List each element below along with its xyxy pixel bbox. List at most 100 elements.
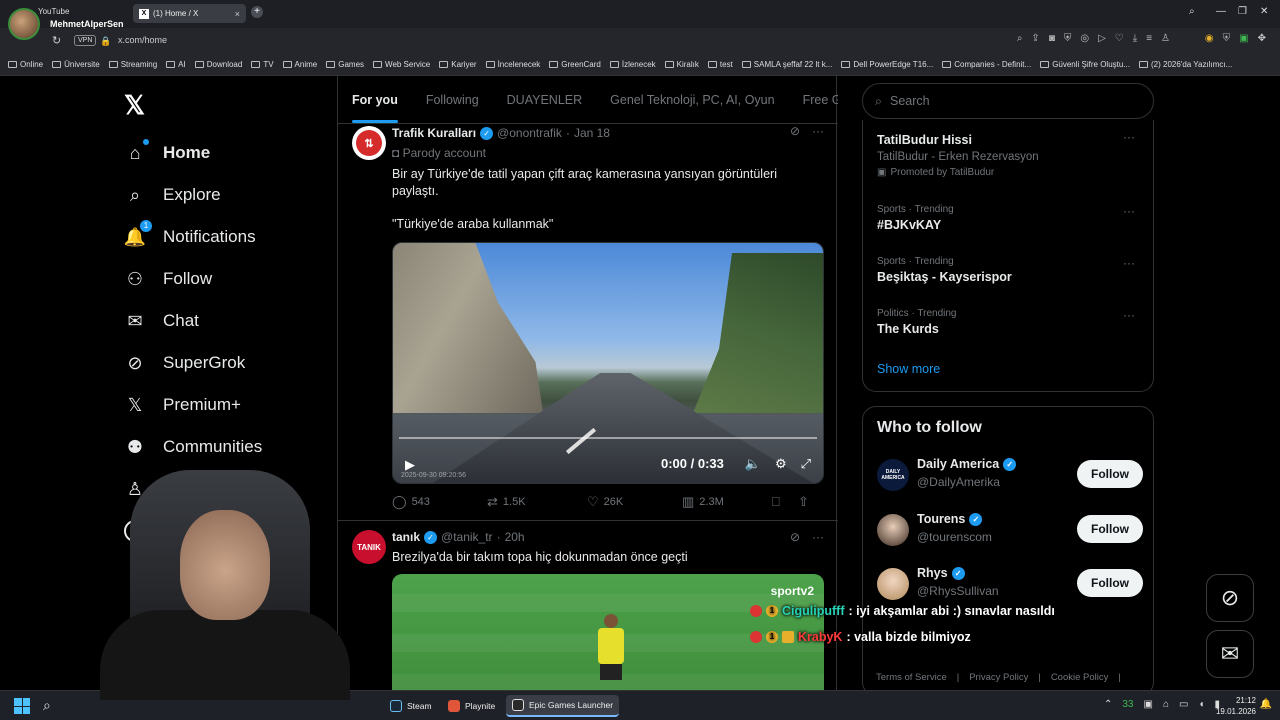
follow-button[interactable]: Follow bbox=[1077, 515, 1143, 543]
suggested-user[interactable]: Tourens ✓ @tourenscom Follow bbox=[877, 510, 1143, 550]
tab-close-icon[interactable]: × bbox=[235, 9, 240, 19]
more-icon[interactable]: ··· bbox=[1123, 130, 1135, 144]
new-tab-button[interactable]: + bbox=[251, 6, 263, 18]
tweet-time[interactable]: Jan 18 bbox=[574, 126, 610, 140]
views-button[interactable]: ▥ 2.3M bbox=[682, 494, 772, 510]
user-avatar[interactable] bbox=[877, 568, 909, 600]
minimize-icon[interactable]: — bbox=[1216, 6, 1226, 17]
maximize-icon[interactable]: ❐ bbox=[1238, 6, 1247, 17]
nav-item-chat[interactable]: ✉ Chat bbox=[124, 300, 262, 342]
bookmark-item[interactable]: Web Service bbox=[373, 60, 430, 69]
bookmark-item[interactable]: TV bbox=[251, 60, 274, 69]
reply-button[interactable]: ◯ 543 bbox=[392, 494, 487, 510]
shield-icon[interactable]: ⛨ bbox=[1064, 33, 1072, 44]
tray-chevron-icon[interactable]: ⌃ bbox=[1104, 699, 1112, 710]
notification-bell-icon[interactable]: 🔔 bbox=[1260, 699, 1272, 710]
follow-button[interactable]: Follow bbox=[1077, 460, 1143, 488]
suggested-user[interactable]: Rhys ✓ @RhysSullivan Follow bbox=[877, 564, 1143, 604]
suggested-user[interactable]: DAILY AMERICA Daily America ✓ @DailyAmeri… bbox=[877, 455, 1143, 495]
nav-item-premium-[interactable]: 𝕏 Premium+ bbox=[124, 384, 262, 426]
search-input[interactable]: ⌕ Search bbox=[862, 83, 1154, 119]
play-icon[interactable]: ▷ bbox=[1098, 33, 1106, 44]
timeline-tab[interactable]: Free G bbox=[789, 93, 838, 107]
footer-link[interactable]: Cookie Policy bbox=[1051, 672, 1109, 683]
display-icon[interactable]: ▭ bbox=[1179, 699, 1188, 710]
play-icon[interactable]: ▶ bbox=[405, 457, 415, 473]
grok-icon[interactable]: ⊘ bbox=[790, 530, 800, 544]
tweet-author-name[interactable]: Trafik Kuralları bbox=[392, 126, 476, 140]
url-field[interactable]: x.com/home bbox=[118, 35, 167, 45]
volume-icon[interactable]: ◖ bbox=[1198, 699, 1204, 710]
share-icon[interactable]: ⇪ bbox=[1031, 33, 1039, 44]
bookmark-item[interactable]: GreenCard bbox=[549, 60, 601, 69]
extension-3-icon[interactable]: ▣ bbox=[1239, 33, 1248, 44]
timeline-tab[interactable]: For you bbox=[338, 93, 412, 123]
footer-link[interactable]: Terms of Service bbox=[876, 672, 947, 683]
bookmark-item[interactable]: Anime bbox=[282, 60, 317, 69]
timeline-tab[interactable]: Genel Teknoloji, PC, AI, Oyun bbox=[596, 93, 788, 107]
bookmark-item[interactable]: AI bbox=[166, 60, 186, 69]
browser-search-icon[interactable]: ⌕ bbox=[1189, 6, 1195, 17]
more-icon[interactable]: ··· bbox=[1123, 308, 1135, 322]
more-icon[interactable]: ··· bbox=[812, 530, 824, 544]
repost-button[interactable]: ⇄ 1.5K bbox=[487, 494, 587, 510]
bookmark-item[interactable]: Üniversite bbox=[52, 60, 100, 69]
menu-icon[interactable]: ≡ bbox=[1146, 33, 1152, 44]
download-icon[interactable]: ⤓ bbox=[1133, 33, 1137, 44]
bookmark-icon[interactable]: ♡ bbox=[1115, 33, 1124, 44]
bookmark-item[interactable]: Streaming bbox=[108, 60, 157, 69]
translate-icon[interactable]: ◎ bbox=[1080, 33, 1089, 44]
bookmark-item[interactable]: (2) 2026'da Yazılımcı... bbox=[1139, 60, 1232, 69]
timeline-tab[interactable]: Following bbox=[412, 93, 493, 107]
user-avatar[interactable]: DAILY AMERICA bbox=[877, 459, 909, 491]
tweet-time[interactable]: 20h bbox=[505, 530, 525, 544]
trend-item[interactable]: Sports · Trending #BJKvKAY ··· bbox=[877, 204, 1143, 232]
fullscreen-icon[interactable]: ⤢ bbox=[801, 456, 811, 472]
camera-icon[interactable]: ◙ bbox=[1049, 33, 1055, 44]
tweet-author-handle[interactable]: @onontrafik bbox=[497, 126, 562, 140]
bookmark-item[interactable]: Dell PowerEdge T16... bbox=[841, 60, 933, 69]
bookmark-item[interactable]: test bbox=[707, 60, 733, 69]
like-button[interactable]: ♡ 26K bbox=[587, 494, 682, 510]
nav-item-follow[interactable]: ⚇ Follow bbox=[124, 258, 262, 300]
trend-item-promoted[interactable]: TatilBudur Hissi TatilBudur - Erken Reze… bbox=[877, 130, 1143, 178]
taskbar-app-epic[interactable]: Epic Games Launcher bbox=[506, 695, 620, 717]
bookmark-item[interactable]: Kariyer bbox=[439, 60, 477, 69]
account-icon[interactable]: ♙ bbox=[1161, 33, 1170, 44]
tweet-author-handle[interactable]: @tanik_tr bbox=[441, 530, 493, 544]
user-avatar[interactable] bbox=[877, 514, 909, 546]
taskbar-clock[interactable]: 21:12 19.01.2026 bbox=[1216, 695, 1256, 717]
extension-1-icon[interactable]: ◉ bbox=[1205, 33, 1214, 44]
close-window-icon[interactable]: ✕ bbox=[1260, 6, 1268, 17]
video-progress-bar[interactable] bbox=[399, 437, 817, 439]
follow-button[interactable]: Follow bbox=[1077, 569, 1143, 597]
footer-link[interactable]: Privacy Policy bbox=[969, 672, 1028, 683]
network-icon[interactable]: ⌂ bbox=[1163, 699, 1169, 710]
bookmark-item[interactable]: İncelenecek bbox=[485, 60, 540, 69]
tweet[interactable]: ⇅ Trafik Kuralları ✓ @onontrafik · Jan 1… bbox=[338, 124, 838, 520]
extension-2-icon[interactable]: ⛨ bbox=[1223, 33, 1231, 44]
messages-fab-icon[interactable]: ✉ bbox=[1206, 630, 1254, 678]
taskbar-app-playnite[interactable]: Playnite bbox=[442, 695, 501, 717]
windows-start-icon[interactable] bbox=[14, 698, 30, 714]
bookmark-item[interactable]: Online bbox=[8, 60, 43, 69]
volume-icon[interactable]: 🔈 bbox=[745, 456, 761, 472]
trend-item[interactable]: Politics · Trending The Kurds ··· bbox=[877, 308, 1143, 336]
browser-tab-home[interactable]: X (1) Home / X × bbox=[133, 4, 246, 23]
grok-icon[interactable]: ⊘ bbox=[790, 124, 800, 138]
bookmark-item[interactable]: Güvenli Şifre Oluştu... bbox=[1040, 60, 1130, 69]
bookmark-item[interactable]: Games bbox=[326, 60, 364, 69]
tray-app-icon[interactable]: ▣ bbox=[1143, 699, 1152, 710]
taskbar-search-icon[interactable]: ⌕ bbox=[43, 697, 51, 714]
bookmark-item[interactable]: Companies - Definit... bbox=[942, 60, 1031, 69]
share-button[interactable]: ⇧ bbox=[798, 494, 809, 510]
settings-icon[interactable]: ⚙ bbox=[775, 456, 787, 472]
vpn-badge[interactable]: VPN bbox=[74, 35, 97, 46]
bookmark-button[interactable]: ⎕ bbox=[772, 494, 798, 510]
reload-icon[interactable]: ↻ bbox=[52, 34, 61, 47]
nav-item-notifications[interactable]: 🔔 1 Notifications bbox=[124, 216, 262, 258]
x-logo-icon[interactable]: 𝕏 bbox=[124, 90, 145, 121]
zoom-icon[interactable]: ⌕ bbox=[1017, 33, 1023, 44]
nav-item-home[interactable]: ⌂ Home bbox=[124, 132, 262, 174]
tweet-avatar[interactable]: ⇅ bbox=[352, 126, 386, 160]
